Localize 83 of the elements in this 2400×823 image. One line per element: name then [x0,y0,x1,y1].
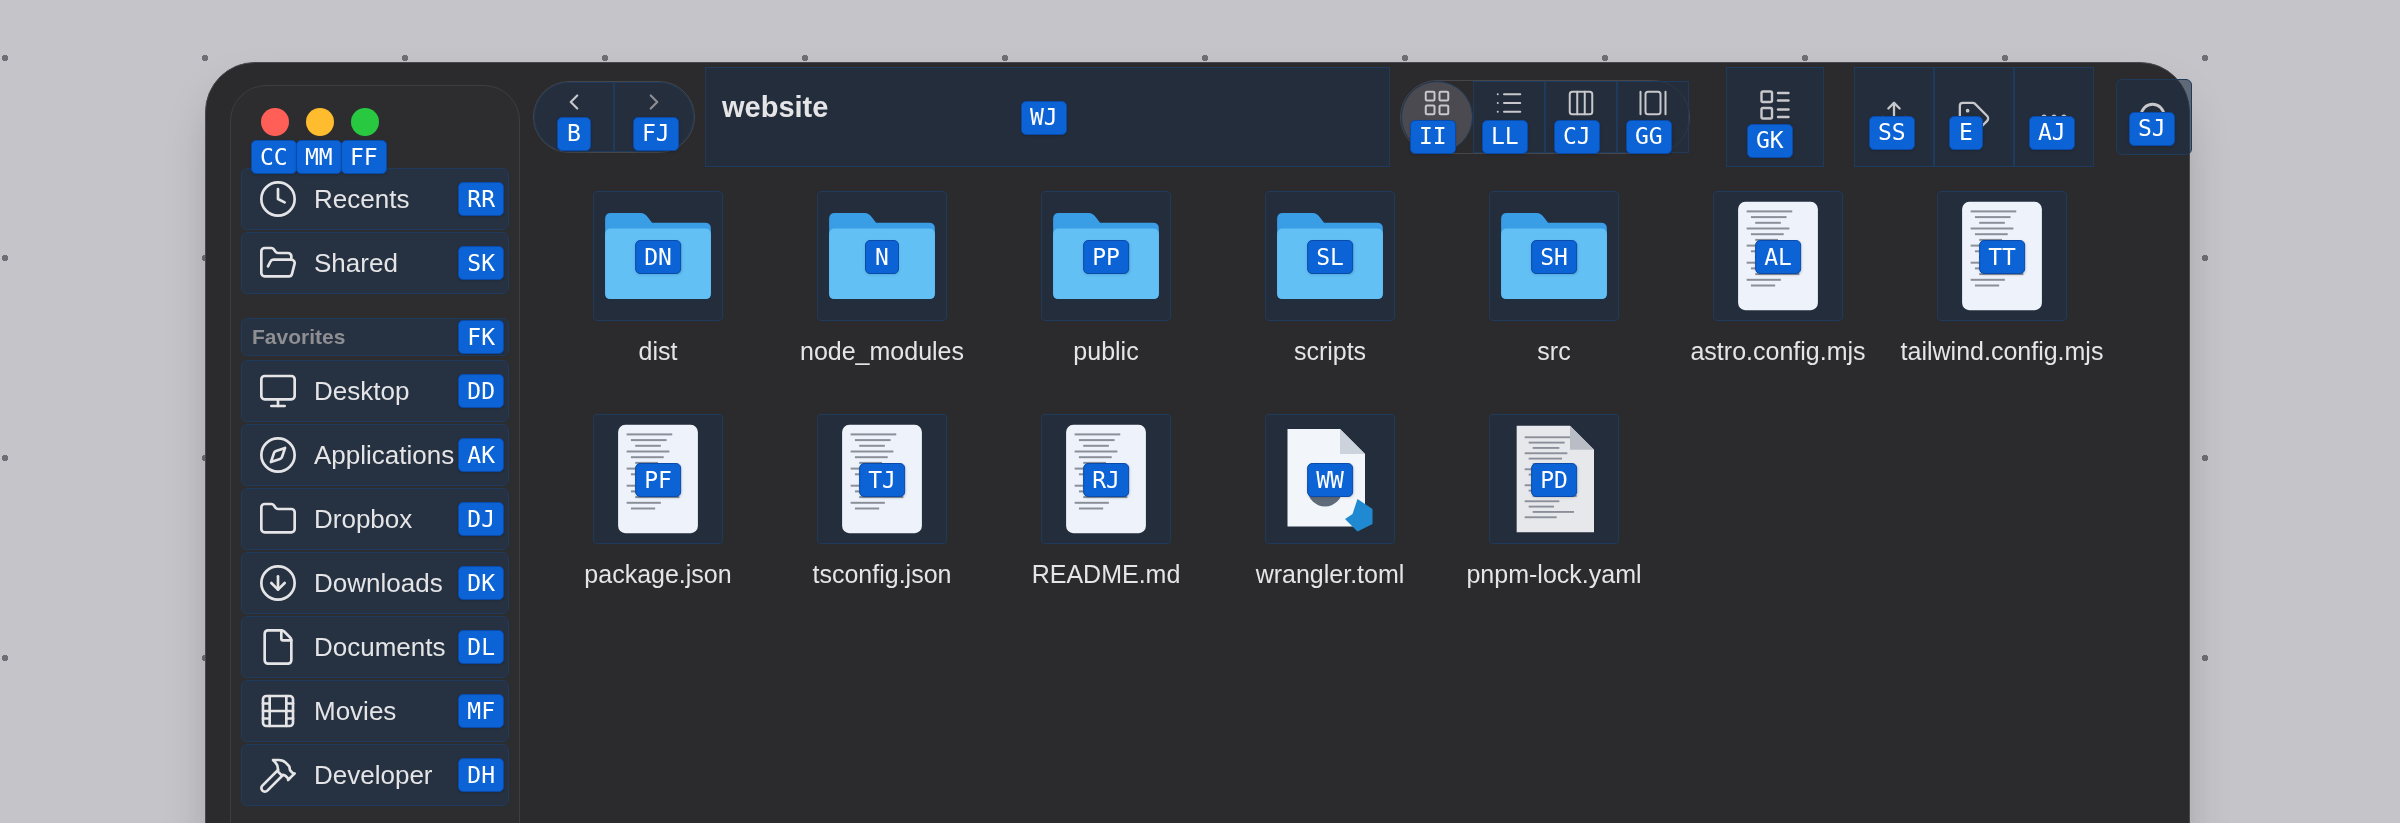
file-name: scripts [1292,336,1368,367]
file-name: pnpm-lock.yaml [1465,559,1643,590]
hint-badge: E [1949,115,1983,150]
file-item[interactable]: TT [1937,191,2067,321]
file-name: dist [637,336,679,367]
file-name: src [1536,336,1572,367]
sidebar-item[interactable]: Dropbox DJ [241,488,509,550]
file-item[interactable]: PD [1489,414,1619,544]
hint-badge: CJ [1554,119,1600,154]
file-item[interactable]: RJ [1041,414,1171,544]
file-name: tailwind.config.mjs [1899,336,2105,367]
hint-badge: DD [458,374,504,408]
hint-badge: SJ [2129,111,2175,146]
hint-badge: RR [458,182,504,216]
hint-badge: AJ [2029,115,2075,150]
hint-badge: AK [458,438,504,472]
hint-badge: PP [1083,240,1129,274]
hint-badge: FK [458,320,504,354]
hint-badge: AL [1755,240,1801,274]
hint-badge: B [557,116,591,151]
file-name: node_modules [799,336,965,367]
sidebar-section-header: Favorites FK [241,318,509,356]
view-mode-button[interactable]: GG [1617,80,1689,153]
hint-badge: TJ [859,463,905,497]
forward-button[interactable]: FJ [614,81,694,152]
toolbar-action-button[interactable]: SS [1854,66,1934,167]
group-button[interactable]: GK [1726,66,1824,167]
file-item[interactable]: TJ [817,414,947,544]
hint-badge: DN [635,240,681,274]
hint-badge: N [865,240,899,274]
view-mode-button[interactable]: CJ [1545,80,1617,153]
window-title: website [722,89,829,125]
hint-badge: WW [1307,463,1353,497]
hint-badge: MM [296,140,342,174]
file-item[interactable]: N [817,191,947,321]
sidebar-item[interactable]: Desktop DD [241,360,509,422]
file-item[interactable]: WW [1265,414,1395,544]
file-item[interactable]: DN [593,191,723,321]
sidebar-item[interactable]: Recents RR [241,168,509,230]
hint-badge: SL [1307,240,1353,274]
hint-badge: GK [1747,123,1793,158]
sidebar-item[interactable]: Applications AK [241,424,509,486]
hint-badge: FF [341,140,387,174]
search-button[interactable]: SJ [2116,78,2192,155]
file-name: package.json [583,559,733,590]
sidebar-item[interactable]: Movies MF [241,680,509,742]
hint-badge: SK [458,246,504,280]
file-name: tsconfig.json [811,559,953,590]
hint-badge: II [1410,119,1456,154]
hint-badge: DJ [458,502,504,536]
hint-badge: PF [635,463,681,497]
file-item[interactable]: PP [1041,191,1171,321]
file-name: astro.config.mjs [1689,336,1867,367]
hint-badge: PD [1531,463,1577,497]
file-item[interactable]: SH [1489,191,1619,321]
sidebar-item[interactable]: Documents DL [241,616,509,678]
back-button[interactable]: B [534,81,614,152]
hint-badge: SS [1869,115,1915,150]
file-item[interactable]: PF [593,414,723,544]
hint-badge: CC [251,140,297,174]
hint-badge: DL [458,630,504,664]
hint-badge: DK [458,566,504,600]
sidebar-item[interactable]: Downloads DK [241,552,509,614]
toolbar-action-button[interactable]: E [1934,66,2014,167]
hint-badge: TT [1979,240,2025,274]
hint-badge: SH [1531,240,1577,274]
toolbar-action-button[interactable]: AJ [2014,66,2094,167]
file-item[interactable]: AL [1713,191,1843,321]
file-name: wrangler.toml [1254,559,1406,590]
hint-badge: GG [1626,119,1672,154]
file-name: public [1072,336,1140,367]
view-mode-button[interactable]: II [1401,80,1473,153]
hint-badge: LL [1482,119,1528,154]
hint-badge: WJ [1021,100,1067,135]
sidebar-item[interactable]: Developer DH [241,744,509,806]
view-mode-button[interactable]: LL [1473,80,1545,153]
hint-badge: DH [458,758,504,792]
hint-badge: FJ [633,116,679,151]
hint-badge: RJ [1083,463,1129,497]
file-name: README.md [1030,559,1182,590]
hint-badge: MF [458,694,504,728]
sidebar-item[interactable]: Shared SK [241,232,509,294]
file-item[interactable]: SL [1265,191,1395,321]
